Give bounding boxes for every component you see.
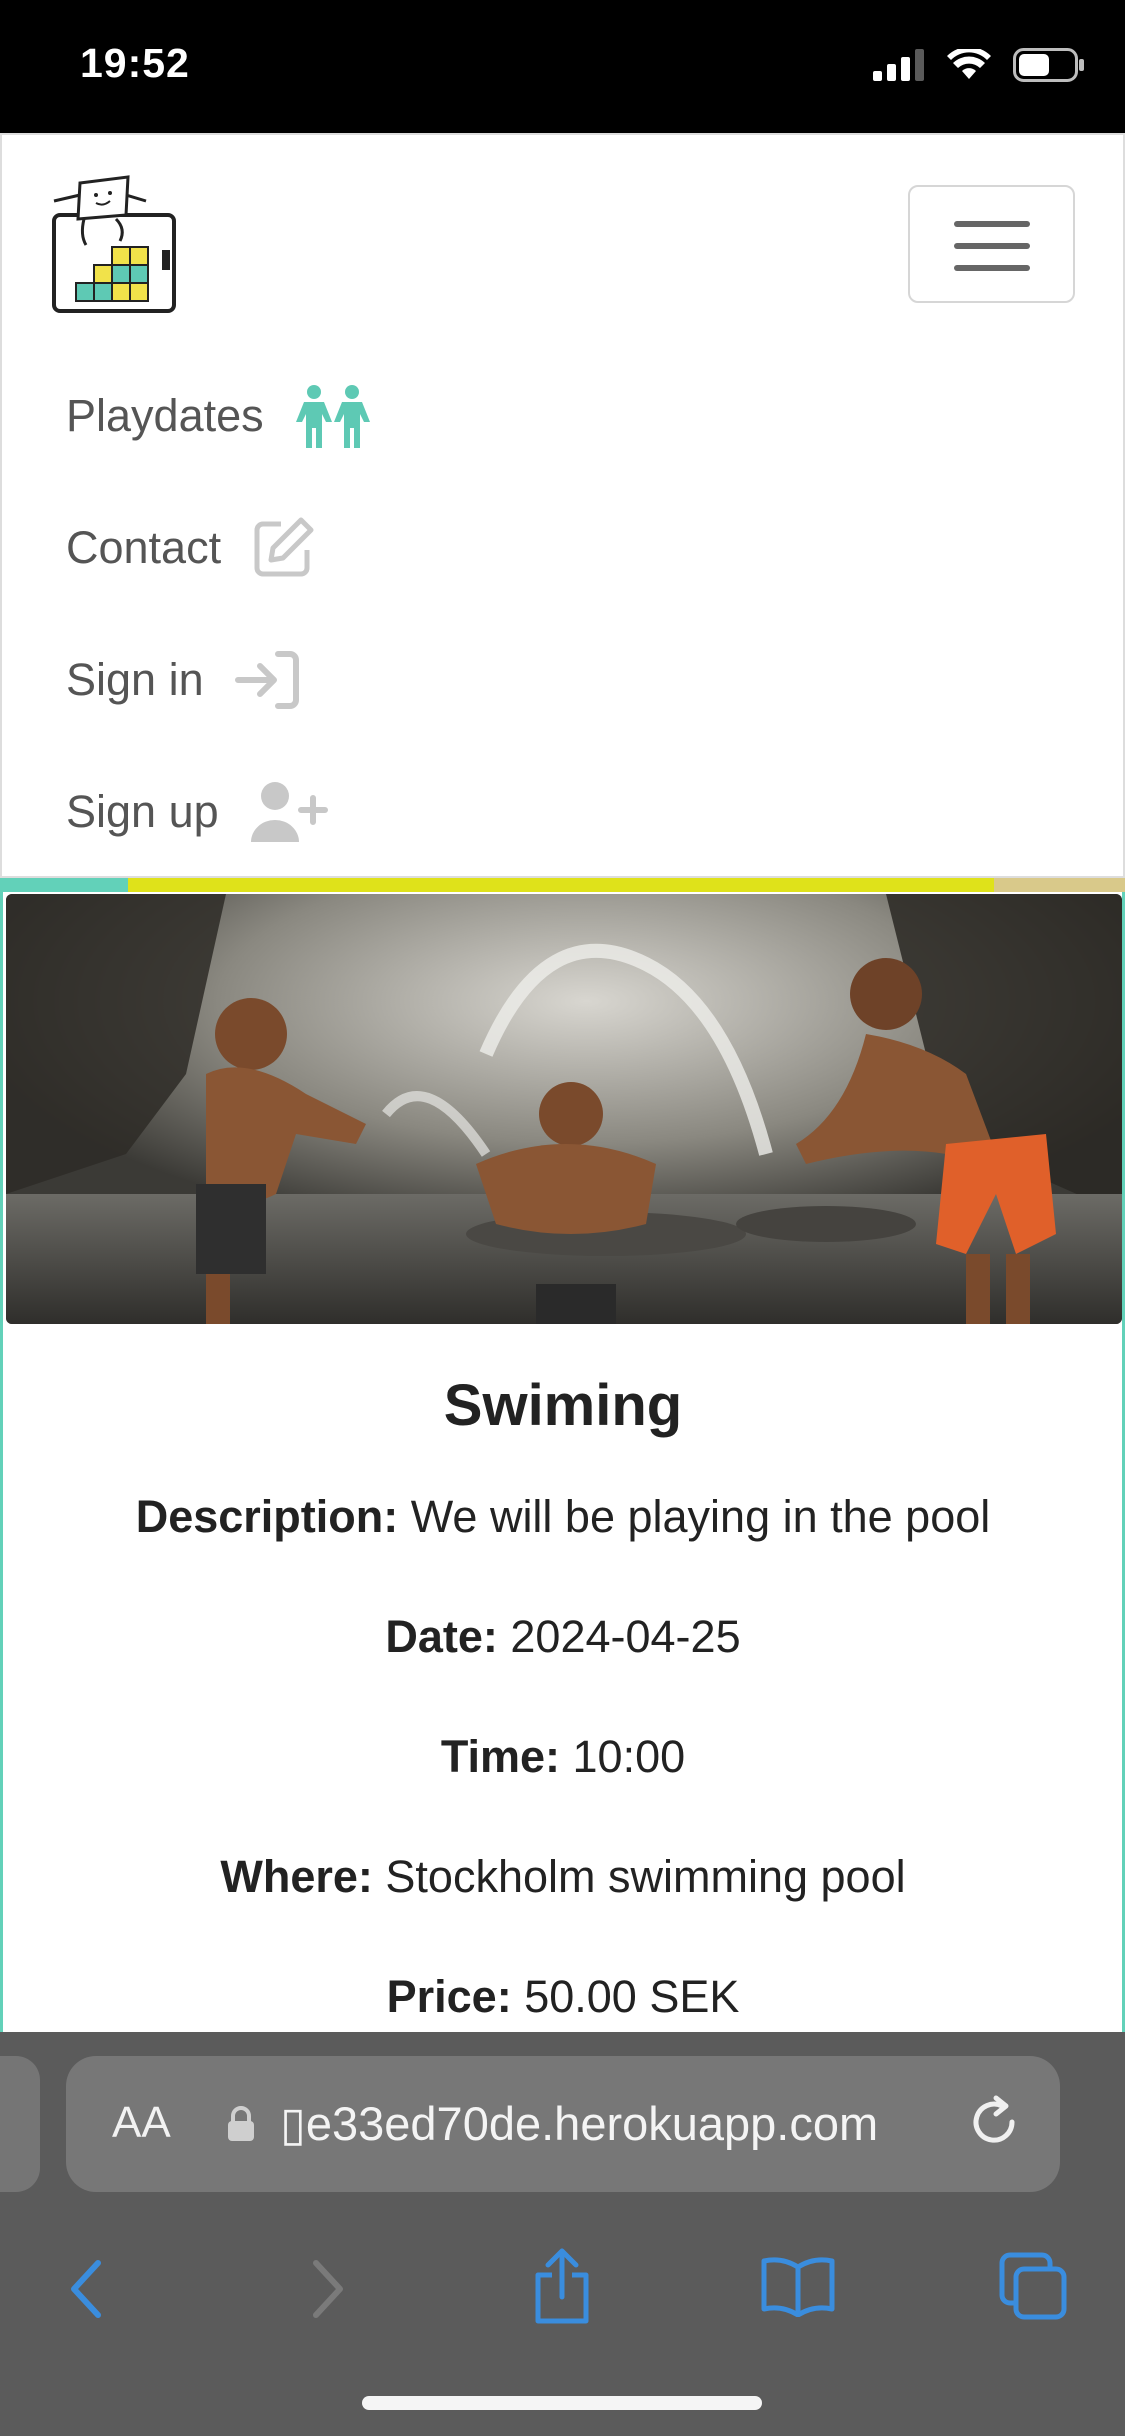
browser-chrome: AA ▯e33ed70de.herokuapp.com bbox=[0, 2032, 1125, 2436]
nav-item-label: Sign up bbox=[66, 786, 219, 837]
address-bar[interactable]: AA ▯e33ed70de.herokuapp.com bbox=[66, 2056, 1060, 2192]
date-label: Date: bbox=[385, 1611, 498, 1662]
signal-icon bbox=[873, 49, 924, 81]
card-body: Swiming Description: We will be playing … bbox=[3, 1372, 1123, 2087]
children-icon bbox=[295, 385, 370, 448]
time-value: 10:00 bbox=[560, 1731, 686, 1782]
navbar: Playdates Contact Sign in Sign up bbox=[0, 133, 1125, 878]
price-value: 50.00 SEK bbox=[511, 1971, 740, 2022]
time-label: Time: bbox=[440, 1731, 561, 1782]
nav-links: Playdates Contact Sign in Sign up bbox=[66, 350, 372, 878]
description-value: We will be playing in the pool bbox=[398, 1491, 991, 1542]
playdate-card: Swiming Description: We will be playing … bbox=[0, 892, 1125, 2032]
bookmarks-icon[interactable] bbox=[760, 2255, 836, 2317]
previous-tab-preview[interactable] bbox=[0, 2056, 40, 2192]
nav-item-label: Playdates bbox=[66, 390, 264, 441]
home-indicator[interactable] bbox=[362, 2396, 762, 2410]
tabs-icon[interactable] bbox=[998, 2251, 1070, 2321]
browser-toolbar bbox=[0, 2227, 1125, 2377]
card-time: Time: 10:00 bbox=[3, 1727, 1123, 1847]
reload-icon[interactable] bbox=[966, 2094, 1022, 2150]
nav-item-label: Contact bbox=[66, 522, 222, 573]
battery-icon bbox=[1013, 48, 1084, 82]
card-image bbox=[6, 894, 1122, 1324]
location-label: Where: bbox=[220, 1851, 373, 1902]
card-description: Description: We will be playing in the p… bbox=[3, 1487, 1123, 1607]
sign-in-icon bbox=[234, 651, 299, 709]
status-icons bbox=[873, 48, 1085, 82]
menu-toggle-button[interactable] bbox=[908, 185, 1075, 303]
url-text: ▯e33ed70de.herokuapp.com bbox=[280, 2097, 879, 2150]
location-value: Stockholm swimming pool bbox=[372, 1851, 906, 1902]
description-label: Description: bbox=[135, 1491, 399, 1542]
card-title: Swiming bbox=[443, 1373, 683, 1438]
accent-strip bbox=[0, 878, 1125, 892]
reader-settings-button[interactable]: AA bbox=[112, 2098, 171, 2148]
status-bar: 19:52 bbox=[0, 0, 1125, 133]
share-icon[interactable] bbox=[530, 2247, 594, 2325]
nav-item-contact[interactable]: Contact bbox=[66, 482, 372, 614]
card-location: Where: Stockholm swimming pool bbox=[3, 1847, 1123, 1967]
date-value: 2024-04-25 bbox=[497, 1611, 741, 1662]
wifi-icon bbox=[947, 49, 991, 79]
nav-item-playdates[interactable]: Playdates bbox=[66, 350, 372, 482]
user-plus-icon bbox=[250, 782, 328, 842]
forward-icon[interactable] bbox=[306, 2257, 350, 2321]
price-label: Price: bbox=[386, 1971, 512, 2022]
nav-item-sign-in[interactable]: Sign in bbox=[66, 614, 372, 746]
card-date: Date: 2024-04-25 bbox=[3, 1607, 1123, 1727]
nav-item-label: Sign in bbox=[66, 654, 204, 705]
site-logo-icon[interactable] bbox=[50, 175, 182, 315]
nav-item-sign-up[interactable]: Sign up bbox=[66, 746, 372, 878]
back-icon[interactable] bbox=[64, 2257, 108, 2321]
lock-icon bbox=[228, 2106, 254, 2141]
edit-icon bbox=[254, 517, 314, 577]
status-time: 19:52 bbox=[80, 40, 190, 86]
